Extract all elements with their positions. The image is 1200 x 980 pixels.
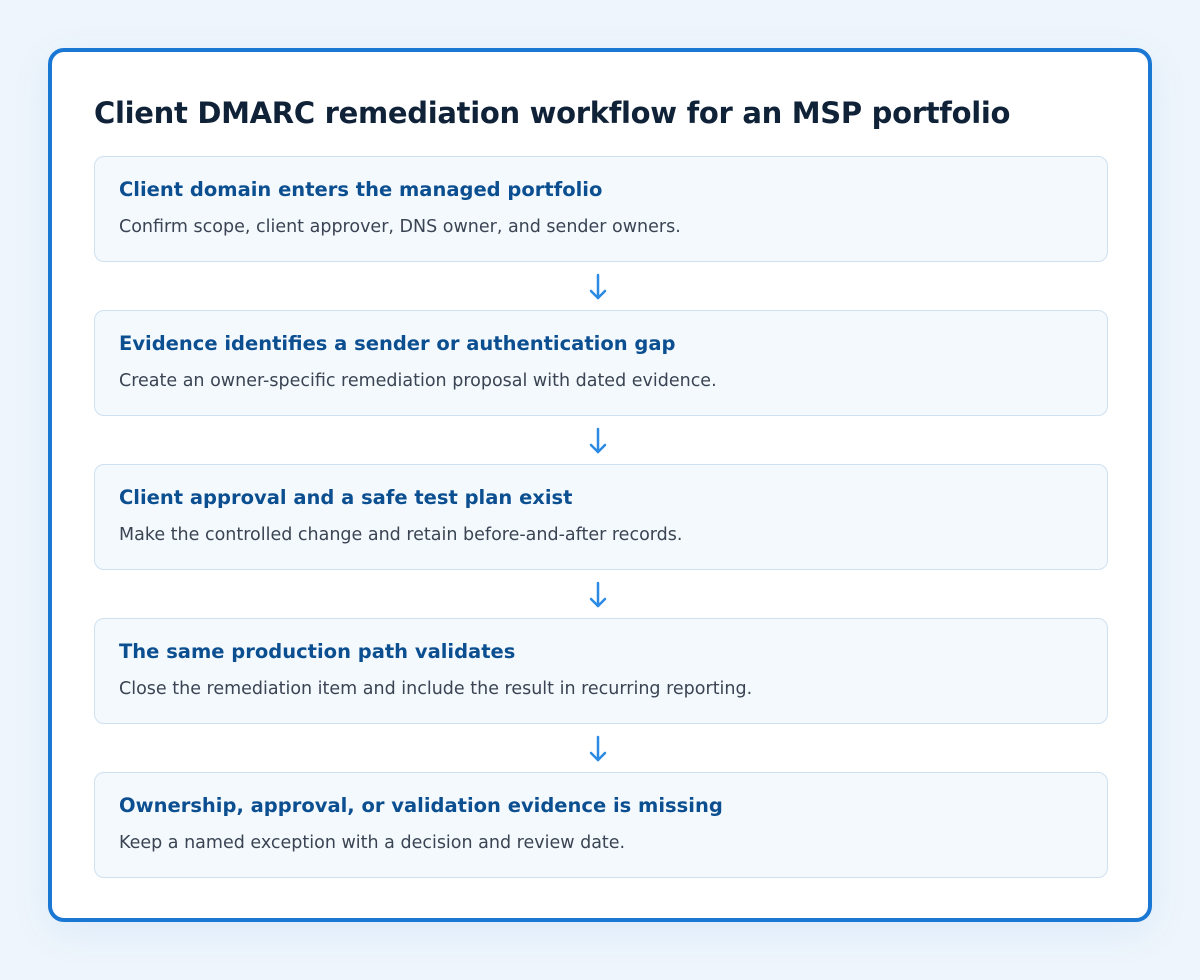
step-description: Close the remediation item and include t… xyxy=(119,679,753,699)
step-description: Make the controlled change and retain be… xyxy=(119,525,683,545)
diagram-title: Client DMARC remediation workflow for an… xyxy=(94,96,1011,130)
step-title: Client domain enters the managed portfol… xyxy=(119,178,603,201)
workflow-step-4: The same production path validates Close… xyxy=(94,618,1108,724)
step-title: The same production path validates xyxy=(119,640,516,663)
step-description: Confirm scope, client approver, DNS owne… xyxy=(119,217,681,237)
step-description: Keep a named exception with a decision a… xyxy=(119,833,626,853)
step-description: Create an owner-specific remediation pro… xyxy=(119,371,717,391)
down-arrow-icon xyxy=(586,580,610,610)
down-arrow-icon xyxy=(586,734,610,764)
workflow-card: Client DMARC remediation workflow for an… xyxy=(48,48,1152,922)
step-title: Client approval and a safe test plan exi… xyxy=(119,486,573,509)
workflow-step-1: Client domain enters the managed portfol… xyxy=(94,156,1108,262)
down-arrow-icon xyxy=(586,272,610,302)
down-arrow-icon xyxy=(586,426,610,456)
workflow-step-3: Client approval and a safe test plan exi… xyxy=(94,464,1108,570)
workflow-step-2: Evidence identifies a sender or authenti… xyxy=(94,310,1108,416)
workflow-step-5: Ownership, approval, or validation evide… xyxy=(94,772,1108,878)
step-title: Ownership, approval, or validation evide… xyxy=(119,794,723,817)
step-title: Evidence identifies a sender or authenti… xyxy=(119,332,676,355)
